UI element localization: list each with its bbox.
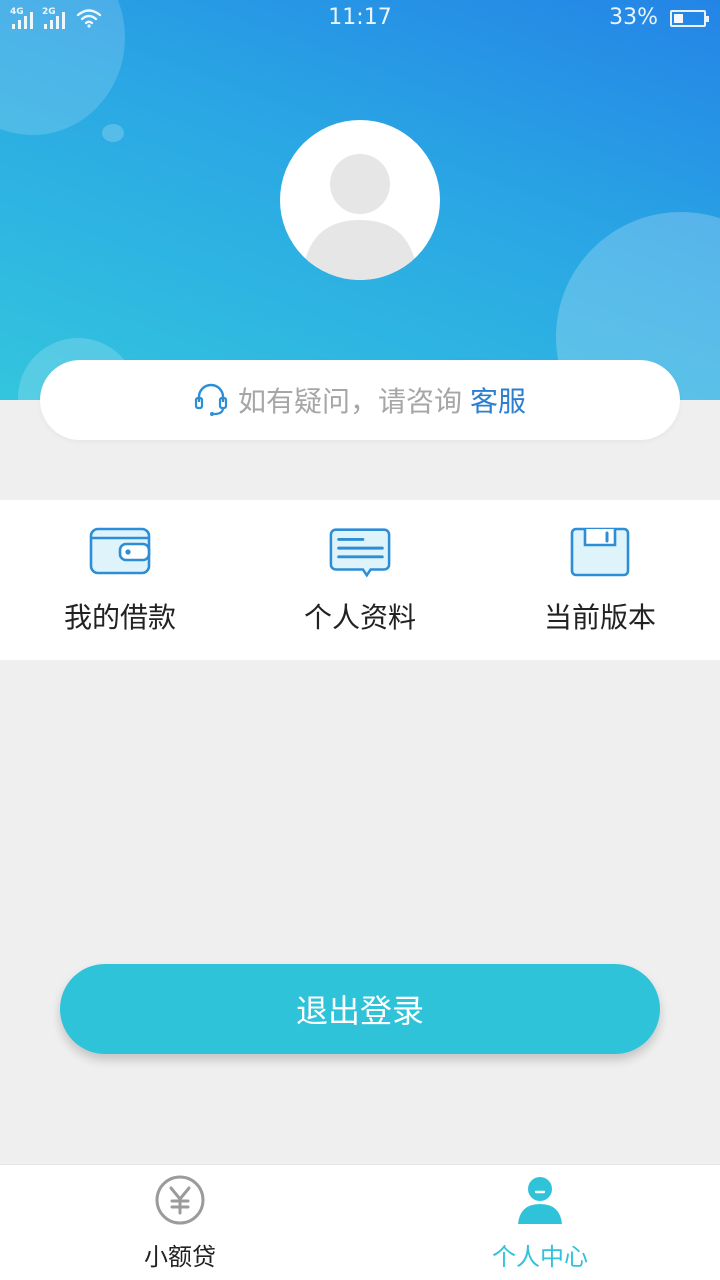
headset-icon [194,383,228,416]
tab-label: 个人中心 [492,1243,588,1271]
menu-label: 个人资料 [303,601,416,634]
tab-label: 小额贷 [144,1243,216,1271]
status-bar: 4G 2G 11:17 33% [0,0,720,38]
tab-personal-center[interactable]: 个人中心 [360,1165,720,1280]
help-text: 如有疑问，请咨询 [237,385,462,418]
decor-bubble [102,124,124,142]
bottom-tab-bar: 小额贷 个人中心 [0,1164,720,1280]
floppy-disk-icon [570,527,630,577]
profile-menu: 我的借款 个人资料 当前版本 [0,500,720,660]
chat-document-icon [329,528,391,578]
menu-label: 我的借款 [63,601,176,634]
logout-button[interactable]: 退出登录 [60,964,660,1054]
battery-icon [670,10,709,27]
default-avatar-icon [302,154,418,280]
profile-header: 4G 2G 11:17 33% [0,0,720,400]
yen-coin-icon [155,1175,205,1225]
tab-small-loan[interactable]: 小额贷 [0,1165,360,1280]
menu-item-my-loans[interactable]: 我的借款 [0,500,240,660]
menu-item-personal-info[interactable]: 个人资料 [240,500,480,660]
avatar[interactable] [280,120,440,280]
menu-label: 当前版本 [543,601,656,634]
wallet-icon [89,527,151,575]
user-profile-icon [518,1177,562,1224]
customer-service-banner[interactable]: 如有疑问，请咨询 客服 [40,360,680,440]
battery-percent: 33% [609,5,658,30]
menu-item-current-version[interactable]: 当前版本 [480,500,720,660]
customer-service-link[interactable]: 客服 [470,380,526,420]
